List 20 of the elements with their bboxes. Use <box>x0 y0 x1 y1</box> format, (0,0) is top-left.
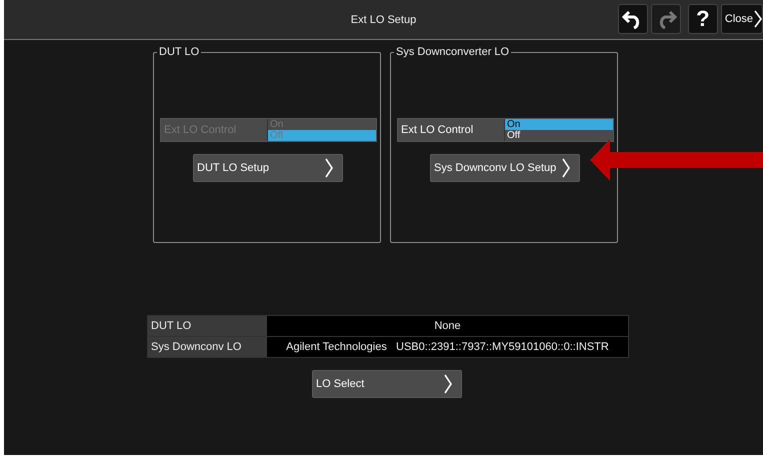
table-cell: DUT LO <box>148 316 267 336</box>
table-cell: Agilent Technologies USB0::2391::7937::MY59101060::0::INSTR <box>267 337 628 357</box>
setup-button[interactable]: Sys Downconv LO Setup <box>430 154 580 182</box>
lo-select-button[interactable]: LO Select <box>312 370 462 398</box>
close-button[interactable]: Close <box>720 4 763 34</box>
ext-lo-control[interactable]: Ext LO Control On Off <box>397 118 614 142</box>
help-button[interactable]: ? <box>688 4 718 34</box>
arrow-icon <box>590 139 763 181</box>
option-item[interactable]: Off <box>505 130 613 141</box>
chevron-icon <box>443 374 453 394</box>
table-cell: Sys Downconv LO <box>148 337 267 357</box>
chevron-icon <box>754 10 762 28</box>
chevron-icon <box>561 158 571 178</box>
window-title: Ext LO Setup <box>350 14 416 26</box>
chevron-icon <box>324 158 334 178</box>
option-item[interactable]: On <box>505 119 613 130</box>
group-title: Sys Downconverter LO <box>394 46 512 59</box>
setup-button[interactable]: DUT LO Setup <box>193 154 343 182</box>
table-cell: None <box>267 316 628 336</box>
undo-button[interactable] <box>618 4 648 34</box>
